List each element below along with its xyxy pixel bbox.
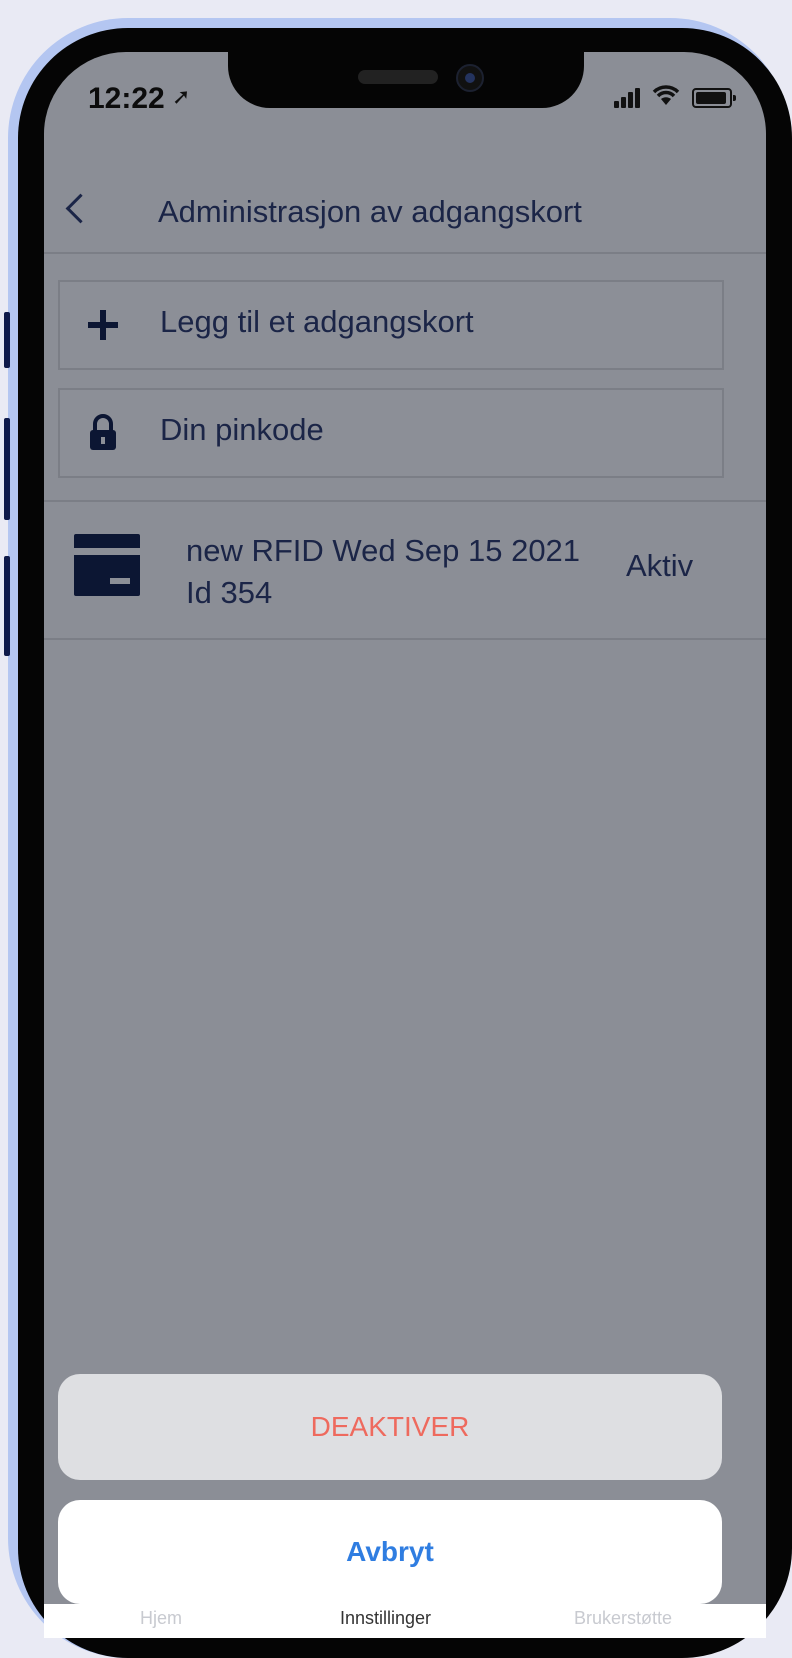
volume-down-button [4,556,10,656]
access-card-list-item[interactable]: new RFID Wed Sep 15 2021 Id 354 Aktiv [44,502,766,638]
card-name: new RFID Wed Sep 15 2021 [186,533,581,568]
cellular-signal-icon [614,86,644,108]
page-title: Administrasjon av adgangskort [158,194,582,229]
volume-up-button [4,418,10,520]
tab-bar: Hjem Innstillinger Brukerstøtte [44,1604,766,1638]
card-status-badge: Aktiv [626,548,694,583]
navigation-header: Administrasjon av adgangskort [44,172,766,254]
lock-icon [82,412,124,454]
card-title: new RFID Wed Sep 15 2021 Id 354 [186,530,580,614]
notch [228,52,584,108]
credit-card-icon [74,534,140,596]
speaker-grille [358,70,438,84]
list-divider [44,638,766,640]
cancel-button[interactable]: Avbryt [58,1500,722,1604]
mute-switch [4,312,10,368]
location-arrow-icon: ➚ [172,84,191,109]
plus-icon [82,304,124,346]
wifi-icon [652,84,680,113]
add-access-card-button[interactable]: Legg til et adgangskort [58,280,724,370]
tab-home[interactable]: Hjem [140,1608,182,1629]
add-access-card-label: Legg til et adgangskort [160,304,474,339]
back-chevron-icon[interactable] [65,193,96,224]
battery-icon [692,88,736,108]
tab-settings[interactable]: Innstillinger [340,1608,431,1629]
card-id: Id 354 [186,575,273,610]
deactivate-button[interactable]: DEAKTIVER [58,1374,722,1480]
status-time: 12:22 [88,82,165,115]
pincode-label: Din pinkode [160,412,324,447]
pincode-button[interactable]: Din pinkode [58,388,724,478]
front-camera [456,64,484,92]
app-screen: 12:22 ➚ Administrasjon av adgangskort Le… [44,52,766,1638]
tab-support[interactable]: Brukerstøtte [574,1608,672,1629]
